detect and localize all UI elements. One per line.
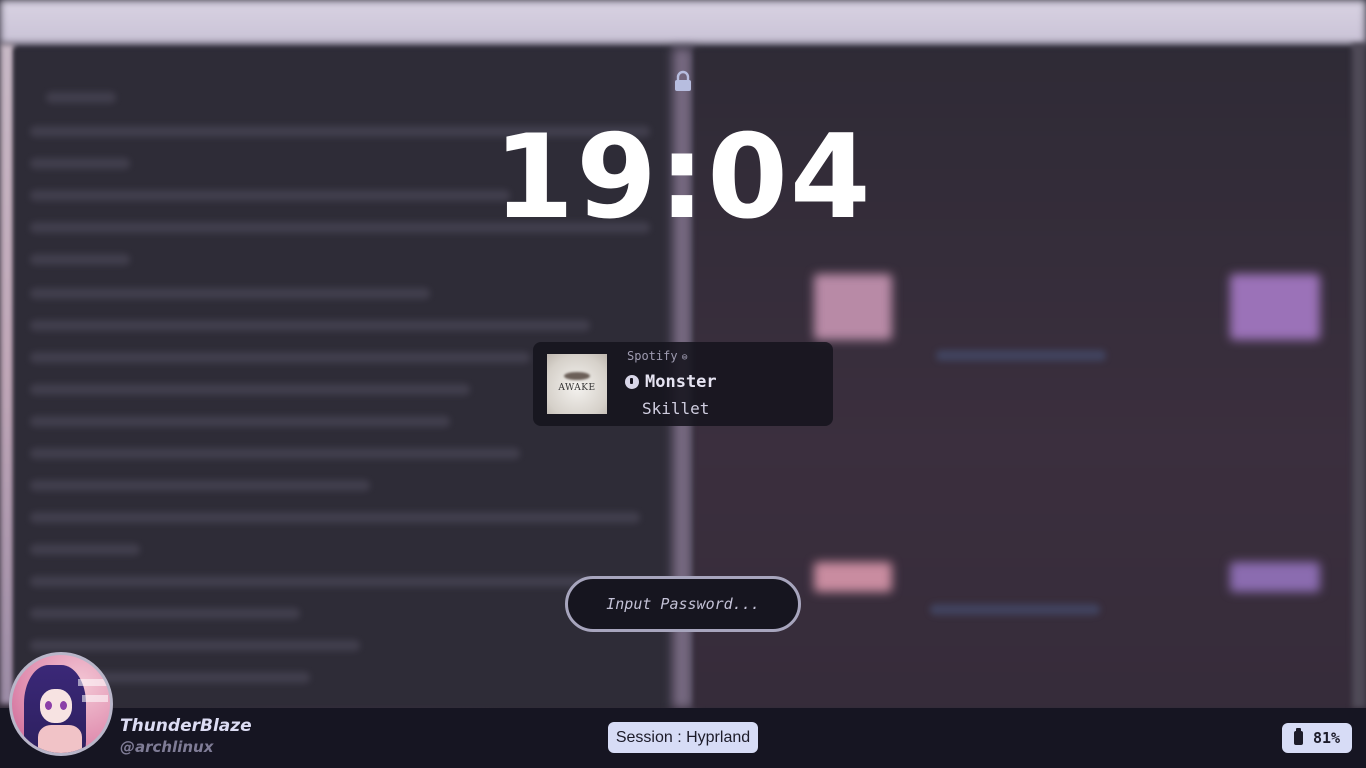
blurred-text-line (30, 480, 370, 491)
blurred-thumbnail (814, 562, 892, 592)
music-note-icon (625, 375, 639, 389)
blurred-text-line (930, 604, 1100, 615)
media-source-indicator: ⊜ (681, 352, 688, 363)
blurred-thumbnail (1230, 274, 1320, 340)
blurred-top-bar (0, 0, 1366, 44)
blurred-text-line (30, 640, 360, 651)
blurred-text-line (30, 384, 470, 395)
blurred-thumbnail (814, 274, 892, 340)
avatar-eye (60, 701, 67, 710)
session-badge: Session : Hyprland (608, 722, 758, 753)
user-handle: @archlinux (120, 738, 214, 756)
media-artist: Skillet (642, 399, 710, 418)
blurred-text-line (30, 352, 530, 363)
media-source-label: Spotify (627, 349, 678, 363)
media-title: Monster (645, 372, 717, 392)
avatar-glitch-bar (82, 695, 108, 702)
avatar-glitch-bar (78, 679, 110, 686)
blurred-text-line (30, 544, 140, 555)
media-source: Spotify ⊜ (627, 349, 688, 363)
blurred-text-line (30, 288, 430, 299)
blurred-text-line (30, 416, 450, 427)
blurred-text-line (30, 608, 300, 619)
media-title-row: Monster (625, 372, 717, 392)
blurred-text-line (30, 576, 590, 587)
avatar-body (38, 725, 82, 753)
password-input[interactable] (581, 594, 785, 614)
blurred-text-line (30, 320, 590, 331)
clock: 19:04 (493, 110, 873, 245)
blurred-text-line (936, 350, 1106, 361)
battery-badge: 81% (1282, 723, 1352, 753)
blurred-thumbnail (1230, 562, 1320, 592)
battery-level: 81% (1312, 729, 1341, 747)
album-art-text: AWAKE (558, 383, 596, 393)
session-label: Session : Hyprland (615, 728, 751, 746)
blurred-text-line (30, 254, 130, 265)
avatar-eye (45, 701, 52, 710)
album-art: AWAKE (547, 354, 607, 414)
password-field[interactable] (565, 576, 801, 632)
album-art-eye (564, 372, 590, 380)
lock-icon (675, 70, 691, 91)
avatar (9, 652, 113, 756)
blurred-text-line (46, 92, 116, 103)
username: ThunderBlaze (120, 716, 252, 736)
blurred-text-line (30, 512, 640, 523)
battery-icon (1293, 728, 1303, 745)
media-player-card: AWAKE Spotify ⊜ Monster Skillet (533, 342, 833, 426)
blurred-text-line (30, 448, 520, 459)
